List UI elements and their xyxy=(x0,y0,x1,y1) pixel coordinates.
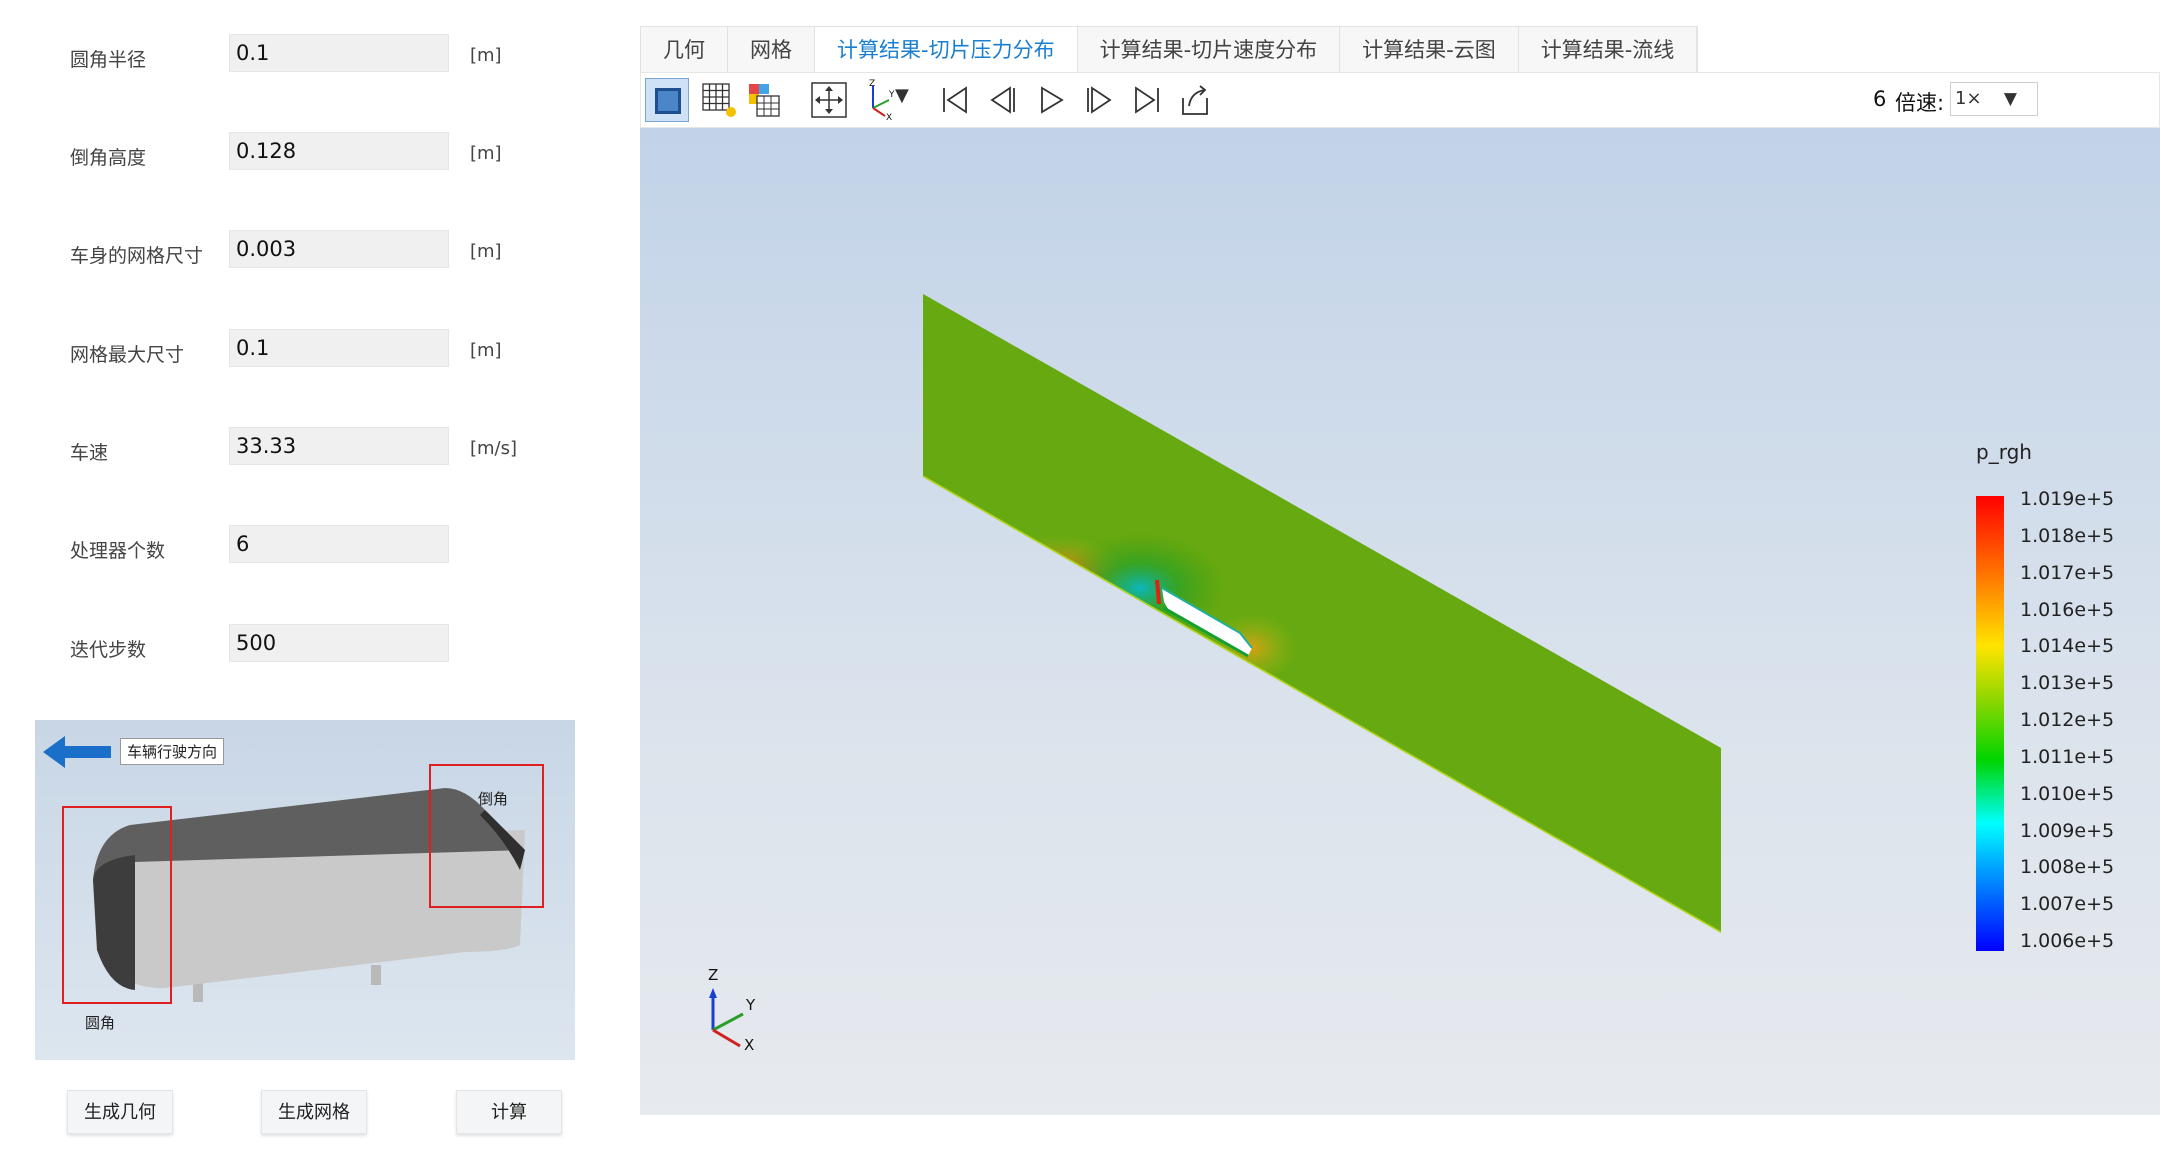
chevron-down-icon: ▼ xyxy=(2003,89,2017,109)
speed-value: 1× xyxy=(1955,88,1982,109)
chamfer-height-unit: [m] xyxy=(470,143,502,164)
svg-text:X: X xyxy=(886,113,892,122)
tab-slice-pressure[interactable]: 计算结果-切片压力分布 xyxy=(815,27,1078,73)
legend-tick-label: 1.009e+5 xyxy=(2020,819,2115,842)
viewer-toolbar: Z Y X ▼ 6 倍速: 1× ▼ xyxy=(640,72,2160,128)
svg-text:Z: Z xyxy=(869,79,875,89)
export-icon[interactable] xyxy=(1173,78,1217,122)
processor-count-label: 处理器个数 xyxy=(70,540,166,562)
iteration-steps-input[interactable]: 500 xyxy=(229,624,449,662)
axis-z-label: Z xyxy=(708,966,719,984)
legend-tick-label: 1.011e+5 xyxy=(2020,745,2115,768)
legend-tick-label: 1.019e+5 xyxy=(2020,488,2115,510)
fillet-radius-input[interactable]: 0.1 xyxy=(229,34,449,72)
tab-geometry[interactable]: 几何 xyxy=(641,27,728,73)
processor-count-input[interactable]: 6 xyxy=(229,525,449,563)
direction-arrow-icon xyxy=(43,736,111,768)
legend-tick-label: 1.008e+5 xyxy=(2020,856,2115,879)
body-mesh-size-label: 车身的网格尺寸 xyxy=(70,245,204,267)
chamfer-label: 倒角 xyxy=(478,790,509,808)
legend-tick-label: 1.012e+5 xyxy=(2020,709,2115,731)
body-mesh-size-input[interactable]: 0.003 xyxy=(229,230,449,268)
legend-title: p_rgh xyxy=(1976,440,2032,464)
tab-streamlines[interactable]: 计算结果-流线 xyxy=(1519,27,1698,73)
chamfer-height-label: 倒角高度 xyxy=(70,147,147,169)
tab-contour[interactable]: 计算结果-云图 xyxy=(1340,27,1519,73)
next-frame-icon[interactable] xyxy=(1077,78,1121,122)
vehicle-speed-input[interactable]: 33.33 xyxy=(229,427,449,465)
generate-geometry-button[interactable]: 生成几何 xyxy=(67,1090,173,1134)
axis-x-label: X xyxy=(744,1036,755,1054)
speed-select[interactable]: 1× ▼ xyxy=(1950,82,2038,116)
legend-tick-label: 1.007e+5 xyxy=(2020,893,2115,916)
legend-tick-label: 1.010e+5 xyxy=(2020,782,2115,805)
legend-tick-label: 1.016e+5 xyxy=(2020,598,2115,621)
mesh-view-icon[interactable] xyxy=(697,78,741,122)
color-legend-bar xyxy=(1976,496,2004,951)
3d-viewport[interactable]: Z Y X p_rgh 1.019e+5 1.018e+5 1.017e+5 1.01… xyxy=(640,128,2160,1115)
tab-mesh[interactable]: 网格 xyxy=(728,27,815,73)
fillet-radius-unit: [m] xyxy=(470,45,502,66)
previous-frame-icon[interactable] xyxy=(981,78,1025,122)
first-frame-icon[interactable] xyxy=(933,78,977,122)
max-mesh-size-label: 网格最大尺寸 xyxy=(70,344,185,366)
frame-count: 6 xyxy=(1873,87,1887,111)
svg-text:Y: Y xyxy=(888,90,895,100)
vehicle-preview: 车辆行驶方向 倒角 圆角 xyxy=(35,720,575,1060)
legend-tick-label: 1.018e+5 xyxy=(2020,524,2115,547)
fit-view-icon[interactable] xyxy=(807,78,851,122)
lighting-icon[interactable] xyxy=(743,78,787,122)
fillet-radius-label: 圆角半径 xyxy=(70,49,147,71)
legend-tick-label: 1.014e+5 xyxy=(2020,635,2115,658)
legend-tick-label: 1.017e+5 xyxy=(2020,561,2115,584)
iteration-steps-label: 迭代步数 xyxy=(70,639,147,661)
chamfer-height-input[interactable]: 0.128 xyxy=(229,132,449,170)
speed-label: 倍速: xyxy=(1895,91,1945,115)
fillet-label: 圆角 xyxy=(85,1014,116,1032)
generate-mesh-button[interactable]: 生成网格 xyxy=(261,1090,367,1134)
axis-y-label: Y xyxy=(746,996,756,1014)
vehicle-model-image xyxy=(43,736,544,1004)
play-icon[interactable] xyxy=(1029,78,1073,122)
compute-button[interactable]: 计算 xyxy=(456,1090,562,1134)
driving-direction-label: 车辆行驶方向 xyxy=(120,738,225,765)
vehicle-speed-label: 车速 xyxy=(70,442,109,464)
legend-tick-label: 1.013e+5 xyxy=(2020,672,2115,695)
max-mesh-size-input[interactable]: 0.1 xyxy=(229,329,449,367)
axes-dropdown-arrow[interactable]: ▼ xyxy=(895,85,909,106)
vehicle-speed-unit: [m/s] xyxy=(470,438,518,459)
legend-tick-label: 1.006e+5 xyxy=(2020,930,2115,952)
last-frame-icon[interactable] xyxy=(1125,78,1169,122)
tab-slice-velocity[interactable]: 计算结果-切片速度分布 xyxy=(1078,27,1341,73)
max-mesh-size-unit: [m] xyxy=(470,340,502,361)
result-tabs: 几何 网格 计算结果-切片压力分布 计算结果-切片速度分布 计算结果-云图 计算… xyxy=(640,26,1699,73)
body-mesh-size-unit: [m] xyxy=(470,241,502,262)
pressure-slice-render xyxy=(709,294,1721,1048)
surface-view-icon[interactable] xyxy=(645,78,689,122)
